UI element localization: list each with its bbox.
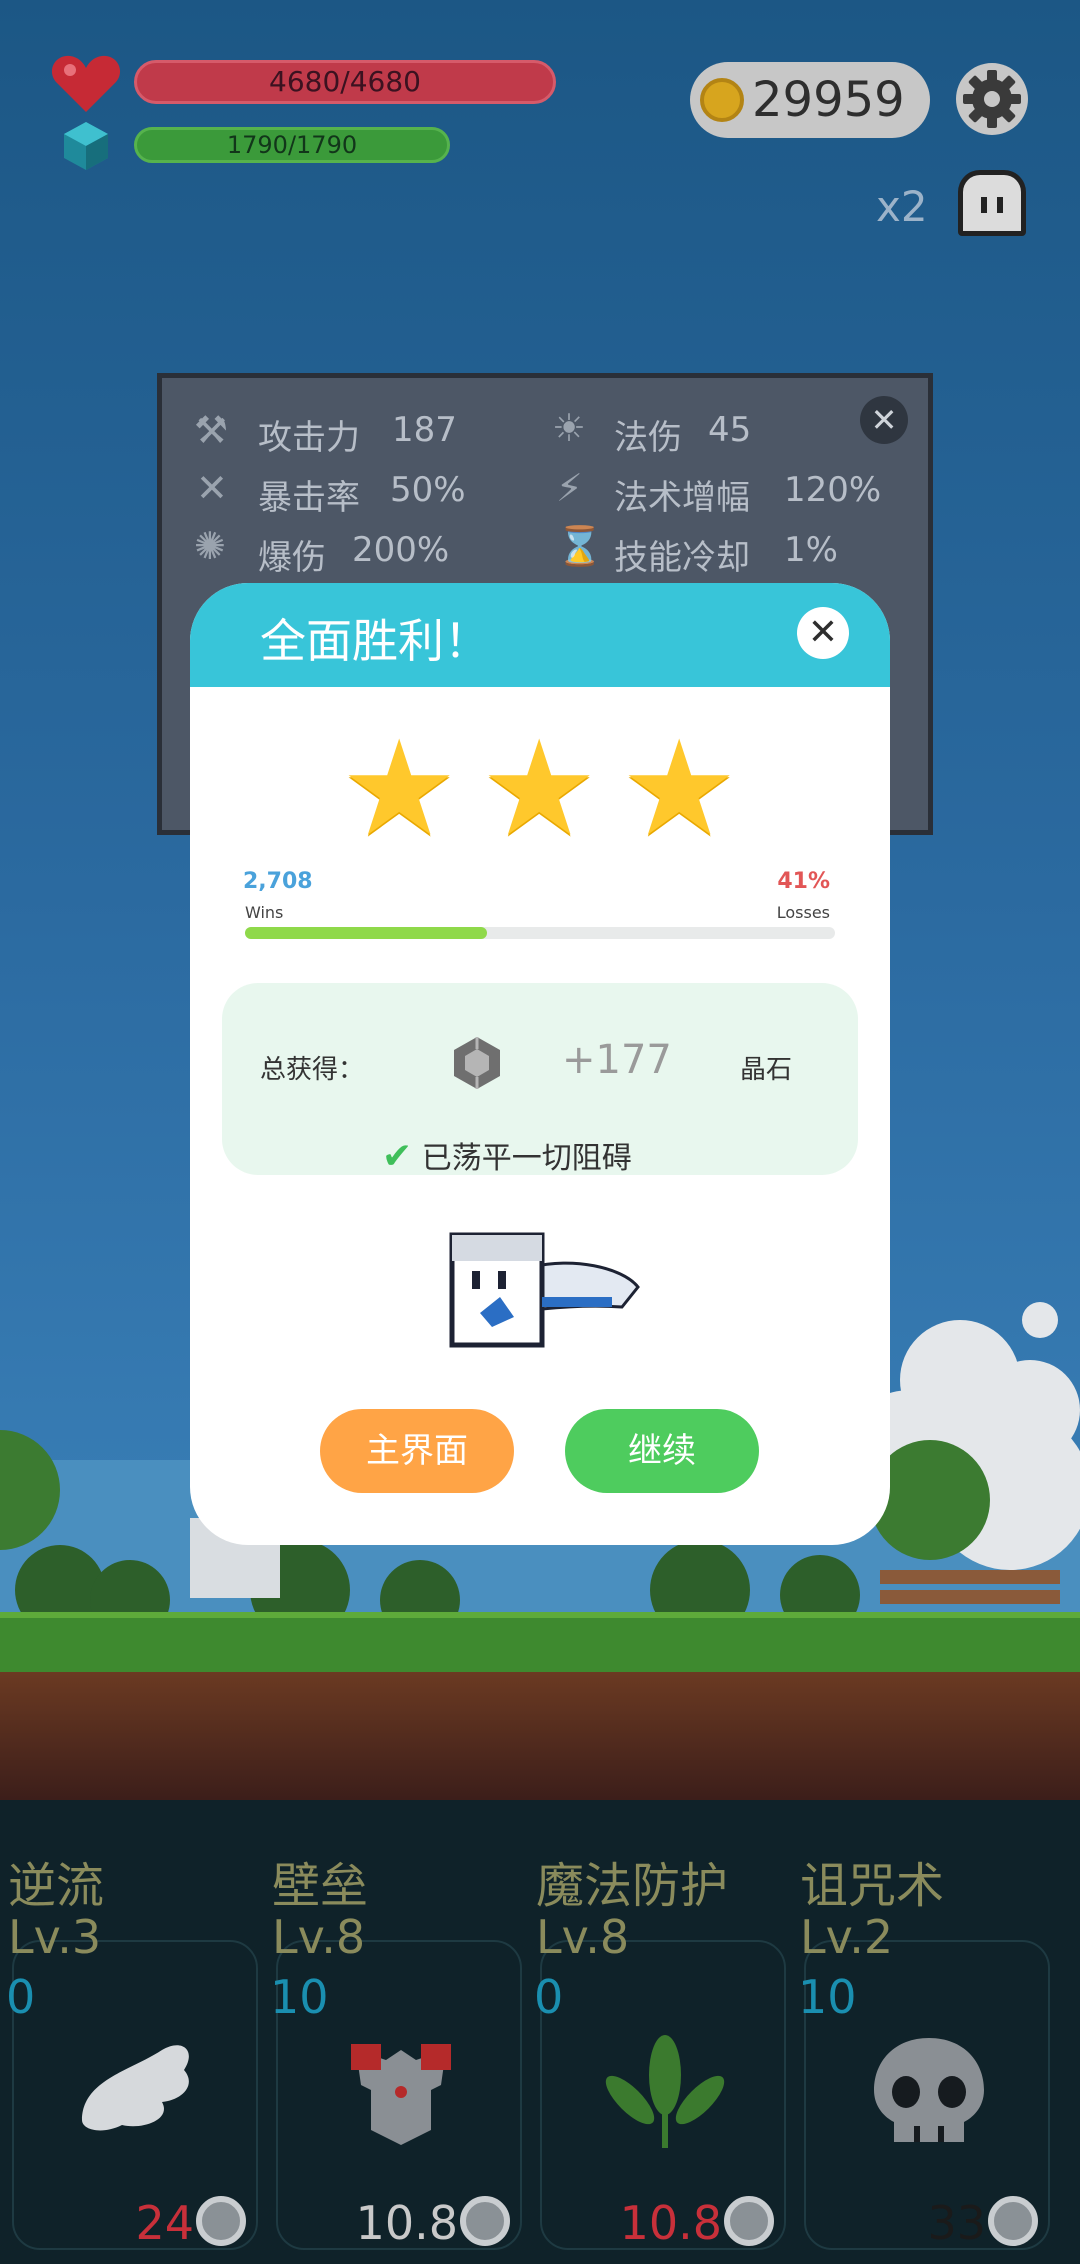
wins-label: Wins bbox=[245, 903, 284, 922]
stat-value: 200% bbox=[352, 530, 450, 570]
crystal-icon bbox=[64, 122, 108, 170]
stat-label: 暴击率 bbox=[258, 478, 360, 518]
skill-points: 10 bbox=[798, 1970, 857, 2024]
reward-box: 总获得： +177 晶石 ✔ 已荡平一切阻碍 bbox=[222, 983, 858, 1177]
skill-card-nilu[interactable]: 逆流 Lv.3 0 24 bbox=[0, 1800, 264, 2264]
stat-value: 120% bbox=[784, 470, 882, 510]
reward-amount: +177 bbox=[562, 1037, 672, 1083]
cooldown-icon bbox=[724, 2196, 774, 2246]
grass-strip bbox=[0, 1612, 1080, 1672]
skull-icon bbox=[874, 2038, 984, 2142]
clear-text: 已荡平一切阻碍 bbox=[421, 1141, 632, 1176]
continue-button[interactable]: 继续 bbox=[565, 1409, 759, 1493]
skill-points: 0 bbox=[534, 1970, 564, 2024]
main-menu-button[interactable]: 主界面 bbox=[320, 1409, 514, 1493]
wins-count: 2,708 bbox=[243, 869, 313, 894]
clear-status: ✔ 已荡平一切阻碍 bbox=[382, 1133, 632, 1177]
skill-name: 魔法防护 bbox=[536, 1858, 729, 1914]
losses-percent: 41% bbox=[777, 869, 830, 894]
skill-cost: 33 bbox=[927, 2196, 986, 2250]
skill-cost: 10.8 bbox=[355, 2196, 458, 2250]
sun-icon: ☀ bbox=[552, 406, 587, 450]
skill-card-curse[interactable]: 诅咒术 Lv.2 10 33 bbox=[792, 1800, 1056, 2264]
knight-character bbox=[449, 1232, 640, 1348]
stat-label: 法术增幅 bbox=[614, 478, 750, 518]
win-progress-bar bbox=[245, 927, 835, 939]
skill-name: 诅咒术 bbox=[800, 1858, 945, 1914]
star-icon: ★ bbox=[340, 712, 459, 866]
skill-points: 10 bbox=[270, 1970, 329, 2024]
stat-label: 法伤 bbox=[614, 418, 682, 458]
stat-label: 技能冷却 bbox=[614, 538, 750, 578]
gold-value: 29959 bbox=[752, 72, 905, 128]
win-progress-fill bbox=[245, 927, 487, 939]
skill-name: 逆流 bbox=[8, 1858, 105, 1914]
armor-icon bbox=[351, 2044, 451, 2145]
lightning-icon: ⚡ bbox=[556, 466, 583, 510]
gear-icon[interactable] bbox=[955, 62, 1029, 136]
skill-level: Lv.3 bbox=[8, 1910, 102, 1964]
victory-dialog: 全面胜利！ ✕ ★ ★ ★ 2,708 Wins 41% Losses 总获得：… bbox=[190, 583, 890, 1545]
stat-label: 爆伤 bbox=[258, 538, 326, 578]
star-icon: ★ bbox=[620, 712, 739, 866]
coin-icon bbox=[700, 78, 744, 122]
speed-multiplier[interactable]: x2 bbox=[876, 182, 928, 231]
check-icon: ✔ bbox=[382, 1136, 413, 1177]
leaf-icon bbox=[605, 2035, 725, 2148]
hourglass-icon: ⌛ bbox=[556, 524, 604, 568]
reward-unit: 晶石 bbox=[740, 1055, 793, 1085]
ghost-pet-icon[interactable] bbox=[958, 170, 1026, 236]
burst-icon: ✺ bbox=[194, 524, 226, 568]
dialog-title: 全面胜利！ bbox=[260, 614, 490, 668]
skill-level: Lv.8 bbox=[536, 1910, 630, 1964]
stat-value: 50% bbox=[390, 470, 466, 510]
axe-icon: ⚒ bbox=[194, 408, 229, 452]
skill-cost: 10.8 bbox=[619, 2196, 722, 2250]
stat-value: 187 bbox=[392, 410, 457, 450]
skill-level: Lv.2 bbox=[800, 1910, 894, 1964]
skill-card-bilei[interactable]: 壁垒 Lv.8 10 10.8 bbox=[264, 1800, 528, 2264]
crossed-swords-icon: ✕ bbox=[196, 466, 228, 510]
skill-card-magic-shield[interactable]: 魔法防护 Lv.8 0 10.8 bbox=[528, 1800, 792, 2264]
cooldown-icon bbox=[988, 2196, 1038, 2246]
stat-label: 攻击力 bbox=[258, 418, 360, 458]
heart-icon bbox=[51, 55, 121, 112]
cooldown-icon bbox=[196, 2196, 246, 2246]
reward-label: 总获得： bbox=[260, 1055, 365, 1085]
cooldown-icon bbox=[460, 2196, 510, 2246]
close-button[interactable]: ✕ bbox=[797, 607, 849, 659]
mp-value: 1790/1790 bbox=[226, 131, 358, 159]
hp-value: 4680/4680 bbox=[269, 65, 421, 98]
stat-value: 1% bbox=[784, 530, 838, 570]
skill-points: 0 bbox=[6, 1970, 36, 2024]
skill-cost: 24 bbox=[135, 2196, 194, 2250]
wing-icon bbox=[82, 2045, 189, 2131]
skill-name: 壁垒 bbox=[272, 1858, 369, 1914]
dirt-ground bbox=[0, 1672, 1080, 1800]
losses-label: Losses bbox=[776, 903, 830, 922]
gem-icon bbox=[454, 1037, 500, 1089]
stat-value: 45 bbox=[708, 410, 752, 450]
close-icon[interactable]: ✕ bbox=[860, 396, 908, 444]
skill-level: Lv.8 bbox=[272, 1910, 366, 1964]
star-icon: ★ bbox=[480, 712, 599, 866]
